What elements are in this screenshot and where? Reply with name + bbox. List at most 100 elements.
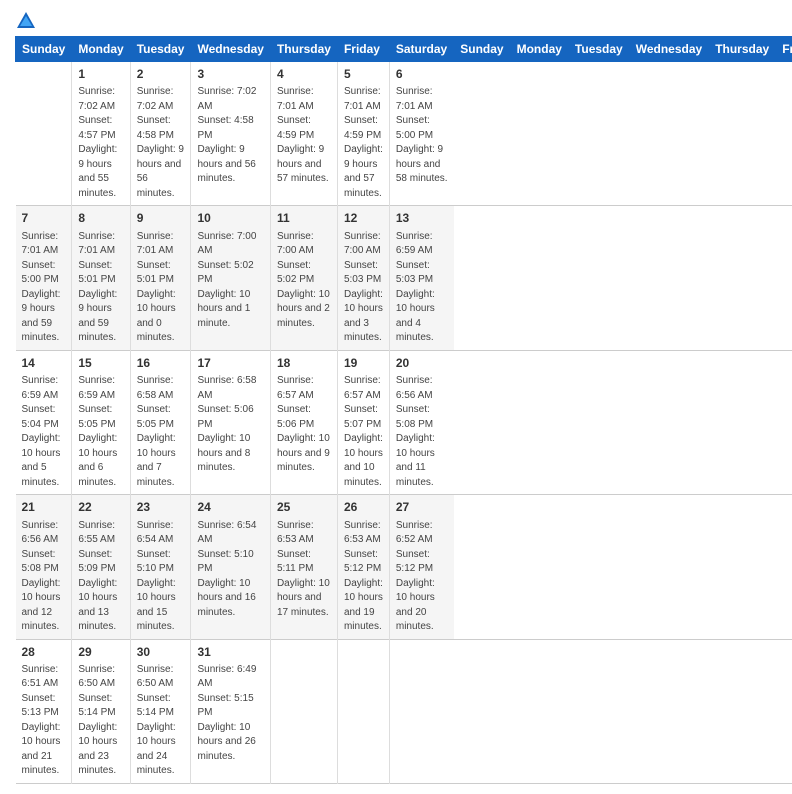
calendar-header-row: SundayMondayTuesdayWednesdayThursdayFrid… bbox=[16, 37, 792, 62]
day-number: 11 bbox=[277, 210, 331, 227]
daylight-text: Daylight: 10 hours and 21 minutes. bbox=[22, 721, 66, 779]
sunrise-text: Sunrise: 6:58 AM bbox=[197, 374, 263, 403]
sunset-text: Sunset: 5:05 PM bbox=[78, 403, 123, 432]
day-number: 19 bbox=[344, 355, 383, 372]
day-number: 8 bbox=[78, 210, 123, 227]
sunset-text: Sunset: 5:13 PM bbox=[22, 692, 66, 721]
sunrise-text: Sunrise: 6:53 AM bbox=[277, 519, 331, 548]
sunrise-text: Sunrise: 6:50 AM bbox=[137, 663, 185, 692]
calendar-cell bbox=[270, 639, 337, 783]
day-number: 17 bbox=[197, 355, 263, 372]
sunrise-text: Sunrise: 7:00 AM bbox=[277, 230, 331, 259]
calendar-cell: 7Sunrise: 7:01 AMSunset: 5:00 PMDaylight… bbox=[16, 206, 72, 350]
calendar-week-row: 1Sunrise: 7:02 AMSunset: 4:57 PMDaylight… bbox=[16, 62, 792, 206]
sunset-text: Sunset: 5:08 PM bbox=[22, 548, 66, 577]
sunset-text: Sunset: 5:14 PM bbox=[137, 692, 185, 721]
header-thursday: Thursday bbox=[270, 37, 337, 62]
calendar-cell: 19Sunrise: 6:57 AMSunset: 5:07 PMDayligh… bbox=[337, 350, 389, 494]
header-sunday: Sunday bbox=[16, 37, 72, 62]
header-friday: Friday bbox=[337, 37, 389, 62]
daylight-text: Daylight: 10 hours and 11 minutes. bbox=[396, 432, 448, 490]
sunrise-text: Sunrise: 7:01 AM bbox=[396, 85, 448, 114]
daylight-text: Daylight: 10 hours and 9 minutes. bbox=[277, 432, 331, 476]
header-thursday: Thursday bbox=[709, 37, 776, 62]
header-wednesday: Wednesday bbox=[629, 37, 708, 62]
calendar-cell: 12Sunrise: 7:00 AMSunset: 5:03 PMDayligh… bbox=[337, 206, 389, 350]
sunset-text: Sunset: 5:03 PM bbox=[344, 259, 383, 288]
day-number: 22 bbox=[78, 499, 123, 516]
daylight-text: Daylight: 10 hours and 5 minutes. bbox=[22, 432, 66, 490]
calendar-cell: 23Sunrise: 6:54 AMSunset: 5:10 PMDayligh… bbox=[130, 495, 191, 639]
calendar-cell: 20Sunrise: 6:56 AMSunset: 5:08 PMDayligh… bbox=[389, 350, 453, 494]
day-number: 3 bbox=[197, 66, 263, 83]
sunset-text: Sunset: 4:57 PM bbox=[78, 114, 123, 143]
header-wednesday: Wednesday bbox=[191, 37, 270, 62]
sunrise-text: Sunrise: 6:53 AM bbox=[344, 519, 383, 548]
daylight-text: Daylight: 9 hours and 57 minutes. bbox=[277, 143, 331, 187]
day-number: 5 bbox=[344, 66, 383, 83]
calendar-cell bbox=[337, 639, 389, 783]
calendar-cell: 24Sunrise: 6:54 AMSunset: 5:10 PMDayligh… bbox=[191, 495, 270, 639]
daylight-text: Daylight: 10 hours and 13 minutes. bbox=[78, 577, 123, 635]
day-number: 1 bbox=[78, 66, 123, 83]
header-saturday: Saturday bbox=[389, 37, 453, 62]
daylight-text: Daylight: 10 hours and 8 minutes. bbox=[197, 432, 263, 476]
calendar-cell: 27Sunrise: 6:52 AMSunset: 5:12 PMDayligh… bbox=[389, 495, 453, 639]
calendar-cell: 17 Sunrise: 6:58 AMSunset: 5:06 PMDayligh… bbox=[191, 350, 270, 494]
calendar-cell: 25Sunrise: 6:53 AMSunset: 5:11 PMDayligh… bbox=[270, 495, 337, 639]
sunrise-text: Sunrise: 6:52 AM bbox=[396, 519, 448, 548]
header-sunday: Sunday bbox=[454, 37, 510, 62]
calendar-cell: 28Sunrise: 6:51 AMSunset: 5:13 PMDayligh… bbox=[16, 639, 72, 783]
day-number: 12 bbox=[344, 210, 383, 227]
calendar-cell: 21Sunrise: 6:56 AMSunset: 5:08 PMDayligh… bbox=[16, 495, 72, 639]
daylight-text: Daylight: 10 hours and 10 minutes. bbox=[344, 432, 383, 490]
daylight-text: Daylight: 9 hours and 58 minutes. bbox=[396, 143, 448, 187]
day-number: 16 bbox=[137, 355, 185, 372]
daylight-text: Daylight: 9 hours and 56 minutes. bbox=[197, 143, 263, 187]
daylight-text: Daylight: 10 hours and 24 minutes. bbox=[137, 721, 185, 779]
sunset-text: Sunset: 5:00 PM bbox=[22, 259, 66, 288]
sunrise-text: Sunrise: 7:01 AM bbox=[344, 85, 383, 114]
sunset-text: Sunset: 5:08 PM bbox=[396, 403, 448, 432]
sunrise-text: Sunrise: 6:50 AM bbox=[78, 663, 123, 692]
sunrise-text: Sunrise: 6:49 AM bbox=[197, 663, 263, 692]
sunrise-text: Sunrise: 7:01 AM bbox=[137, 230, 185, 259]
calendar-cell: 6Sunrise: 7:01 AMSunset: 5:00 PMDaylight… bbox=[389, 62, 453, 206]
header-monday: Monday bbox=[72, 37, 130, 62]
logo-icon bbox=[15, 10, 37, 32]
sunset-text: Sunset: 5:03 PM bbox=[396, 259, 448, 288]
calendar-cell: 8Sunrise: 7:01 AMSunset: 5:01 PMDaylight… bbox=[72, 206, 130, 350]
day-number: 14 bbox=[22, 355, 66, 372]
day-number: 27 bbox=[396, 499, 448, 516]
day-number: 28 bbox=[22, 644, 66, 661]
daylight-text: Daylight: 10 hours and 1 minute. bbox=[197, 288, 263, 332]
sunrise-text: Sunrise: 6:55 AM bbox=[78, 519, 123, 548]
daylight-text: Daylight: 10 hours and 19 minutes. bbox=[344, 577, 383, 635]
sunset-text: Sunset: 5:00 PM bbox=[396, 114, 448, 143]
sunset-text: Sunset: 5:06 PM bbox=[197, 403, 263, 432]
page-header bbox=[15, 10, 777, 28]
day-number: 2 bbox=[137, 66, 185, 83]
sunset-text: Sunset: 5:12 PM bbox=[396, 548, 448, 577]
calendar-cell: 31Sunrise: 6:49 AMSunset: 5:15 PMDayligh… bbox=[191, 639, 270, 783]
calendar-table: SundayMondayTuesdayWednesdayThursdayFrid… bbox=[15, 36, 792, 784]
sunset-text: Sunset: 4:59 PM bbox=[344, 114, 383, 143]
sunrise-text: Sunrise: 6:58 AM bbox=[137, 374, 185, 403]
day-number: 15 bbox=[78, 355, 123, 372]
daylight-text: Daylight: 9 hours and 59 minutes. bbox=[22, 288, 66, 346]
daylight-text: Daylight: 10 hours and 4 minutes. bbox=[396, 288, 448, 346]
day-number: 23 bbox=[137, 499, 185, 516]
logo bbox=[15, 10, 37, 28]
sunset-text: Sunset: 5:07 PM bbox=[344, 403, 383, 432]
sunrise-text: Sunrise: 7:02 AM bbox=[78, 85, 123, 114]
sunrise-text: Sunrise: 7:02 AM bbox=[197, 85, 263, 114]
sunrise-text: Sunrise: 7:02 AM bbox=[137, 85, 185, 114]
sunset-text: Sunset: 4:58 PM bbox=[197, 114, 263, 143]
sunset-text: Sunset: 5:09 PM bbox=[78, 548, 123, 577]
sunset-text: Sunset: 5:11 PM bbox=[277, 548, 331, 577]
sunset-text: Sunset: 5:01 PM bbox=[137, 259, 185, 288]
day-number: 26 bbox=[344, 499, 383, 516]
sunset-text: Sunset: 5:14 PM bbox=[78, 692, 123, 721]
calendar-cell: 18Sunrise: 6:57 AMSunset: 5:06 PMDayligh… bbox=[270, 350, 337, 494]
header-monday: Monday bbox=[510, 37, 568, 62]
